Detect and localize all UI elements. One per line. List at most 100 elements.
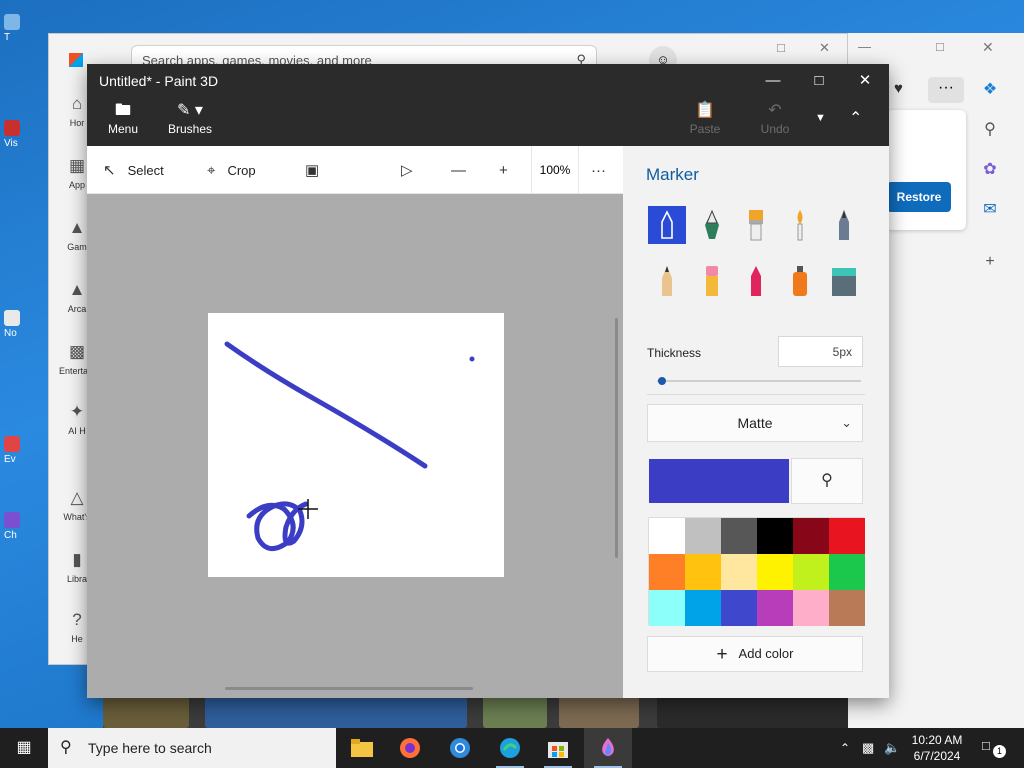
copilot-icon[interactable]: ❖ (972, 70, 1008, 110)
eraser-icon (706, 266, 718, 296)
color-swatch[interactable] (829, 554, 865, 590)
menu-label: Menu (107, 122, 139, 136)
add-color-button[interactable]: + Add color (647, 636, 863, 672)
color-swatch[interactable] (721, 518, 757, 554)
color-swatch[interactable] (757, 554, 793, 590)
close-icon[interactable]: ✕ (819, 40, 830, 56)
calligraphy-pen-brush[interactable] (693, 206, 731, 244)
color-swatch[interactable] (649, 554, 685, 590)
desktop-icon-1[interactable]: T (4, 14, 24, 43)
magic-select-tool[interactable]: ▣ (305, 146, 331, 194)
color-swatch[interactable] (721, 590, 757, 626)
color-swatch[interactable] (757, 590, 793, 626)
zoom-in-button[interactable]: + (499, 146, 520, 194)
minimize-icon[interactable]: — (858, 39, 871, 54)
brushes-button[interactable]: ✎ ▾ Brushes (167, 100, 213, 136)
show-hidden-icons[interactable]: ⌃ (840, 728, 850, 768)
watercolor-brush[interactable] (781, 206, 819, 244)
fill-bucket-brush[interactable] (825, 262, 863, 300)
taskbar-paint3d[interactable] (584, 728, 632, 768)
desktop-icon-5[interactable]: Ch (4, 512, 24, 541)
taskbar-search-input[interactable]: ⚲ Type here to search (48, 728, 336, 768)
color-swatch[interactable] (649, 518, 685, 554)
thickness-input[interactable]: 5px (778, 336, 863, 367)
zoom-out-button[interactable]: — (451, 146, 478, 194)
taskbar-firefox[interactable] (386, 728, 434, 768)
more-tools-button[interactable]: ··· (591, 146, 618, 194)
taskbar: ▦ ⚲ Type here to search ⌃ ▩ 🔈 10:20 AM 6… (0, 728, 1024, 768)
horizontal-scrollbar[interactable] (225, 687, 473, 690)
maximize-button[interactable]: □ (796, 64, 842, 98)
network-icon[interactable]: ▩ (862, 728, 874, 768)
marker-brush[interactable] (648, 206, 686, 244)
taskbar-file-explorer[interactable] (338, 728, 386, 768)
paste-button[interactable]: 📋 Paste (687, 100, 723, 136)
clock[interactable]: 10:20 AM 6/7/2024 (906, 732, 968, 764)
pixel-pen-brush[interactable] (825, 206, 863, 244)
crayon-brush[interactable] (737, 262, 775, 300)
color-swatch[interactable] (685, 554, 721, 590)
spray-can-brush[interactable] (781, 262, 819, 300)
color-swatch[interactable] (649, 590, 685, 626)
thickness-slider[interactable] (657, 380, 861, 382)
ribbon: 🖿 Menu ✎ ▾ Brushes 📋 Paste ↶ Undo ▼ ⌃ (87, 98, 889, 146)
color-swatch[interactable] (757, 518, 793, 554)
add-color-label: Add color (738, 646, 794, 661)
edge-sidebar: ❖ ⚲ ✿ ✉ + (972, 70, 1008, 282)
search-icon[interactable]: ⚲ (972, 110, 1008, 150)
taskbar-chrome[interactable] (436, 728, 484, 768)
color-swatch[interactable] (793, 590, 829, 626)
more-options-icon[interactable]: ··· (928, 77, 964, 103)
thickness-slider-handle[interactable] (658, 377, 667, 385)
health-icon[interactable]: ♥ (894, 80, 903, 97)
color-swatch[interactable] (685, 518, 721, 554)
view-tool[interactable]: ▷ (401, 146, 425, 194)
finish-dropdown[interactable]: Matte ⌄ (647, 404, 863, 442)
select-tool[interactable]: ↖ Select (103, 146, 164, 194)
outlook-icon[interactable]: ✉ (972, 190, 1008, 230)
pencil-brush[interactable] (648, 262, 686, 300)
eraser-brush[interactable] (693, 262, 731, 300)
eyedropper-icon: ⚲ (821, 472, 833, 489)
oil-brush[interactable] (737, 206, 775, 244)
store-logo-icon (69, 53, 83, 67)
taskbar-store[interactable] (534, 728, 582, 768)
restore-button[interactable]: Restore (887, 182, 951, 212)
color-swatch[interactable] (793, 554, 829, 590)
color-swatch[interactable] (685, 590, 721, 626)
chevron-down-icon: ⌄ (841, 415, 852, 430)
folder-icon (351, 739, 373, 757)
collapse-ribbon-icon[interactable]: ⌃ (849, 108, 862, 128)
eyedropper-button[interactable]: ⚲ (791, 458, 863, 504)
paint3d-window: Untitled* - Paint 3D — □ ✕ 🖿 Menu ✎ ▾ Br… (87, 64, 889, 698)
vertical-scrollbar[interactable] (615, 318, 618, 558)
close-icon[interactable]: ✕ (982, 39, 994, 56)
current-color-swatch[interactable] (649, 459, 789, 503)
more-dropdown-icon[interactable]: ▼ (815, 112, 826, 124)
menu-button[interactable]: 🖿 Menu (103, 100, 143, 136)
maximize-icon[interactable]: □ (777, 40, 785, 55)
maximize-icon[interactable]: □ (936, 39, 944, 54)
copilot-app-icon[interactable]: ✿ (972, 150, 1008, 190)
undo-button[interactable]: ↶ Undo (757, 100, 793, 136)
desktop-icon-4[interactable]: Ev (4, 436, 24, 465)
divider (647, 394, 865, 395)
notification-icon[interactable]: □ (982, 738, 990, 768)
color-swatch[interactable] (721, 554, 757, 590)
add-icon[interactable]: + (972, 242, 1008, 282)
crop-tool[interactable]: ⌖ Crop (207, 146, 256, 194)
color-swatch[interactable] (793, 518, 829, 554)
zoom-level[interactable]: 100% (531, 146, 579, 194)
start-button[interactable]: ▦ (0, 728, 48, 768)
minimize-button[interactable]: — (750, 64, 796, 98)
canvas-area[interactable] (87, 194, 623, 698)
desktop-icon-3[interactable]: No (4, 310, 24, 339)
volume-icon[interactable]: 🔈 (884, 728, 900, 768)
color-swatch[interactable] (829, 590, 865, 626)
taskbar-edge[interactable] (486, 728, 534, 768)
desktop-icon-2[interactable]: Vis (4, 120, 24, 149)
close-button[interactable]: ✕ (842, 64, 888, 98)
drawing-canvas[interactable] (208, 313, 504, 577)
store-nav-label: AI H (68, 426, 86, 436)
color-swatch[interactable] (829, 518, 865, 554)
